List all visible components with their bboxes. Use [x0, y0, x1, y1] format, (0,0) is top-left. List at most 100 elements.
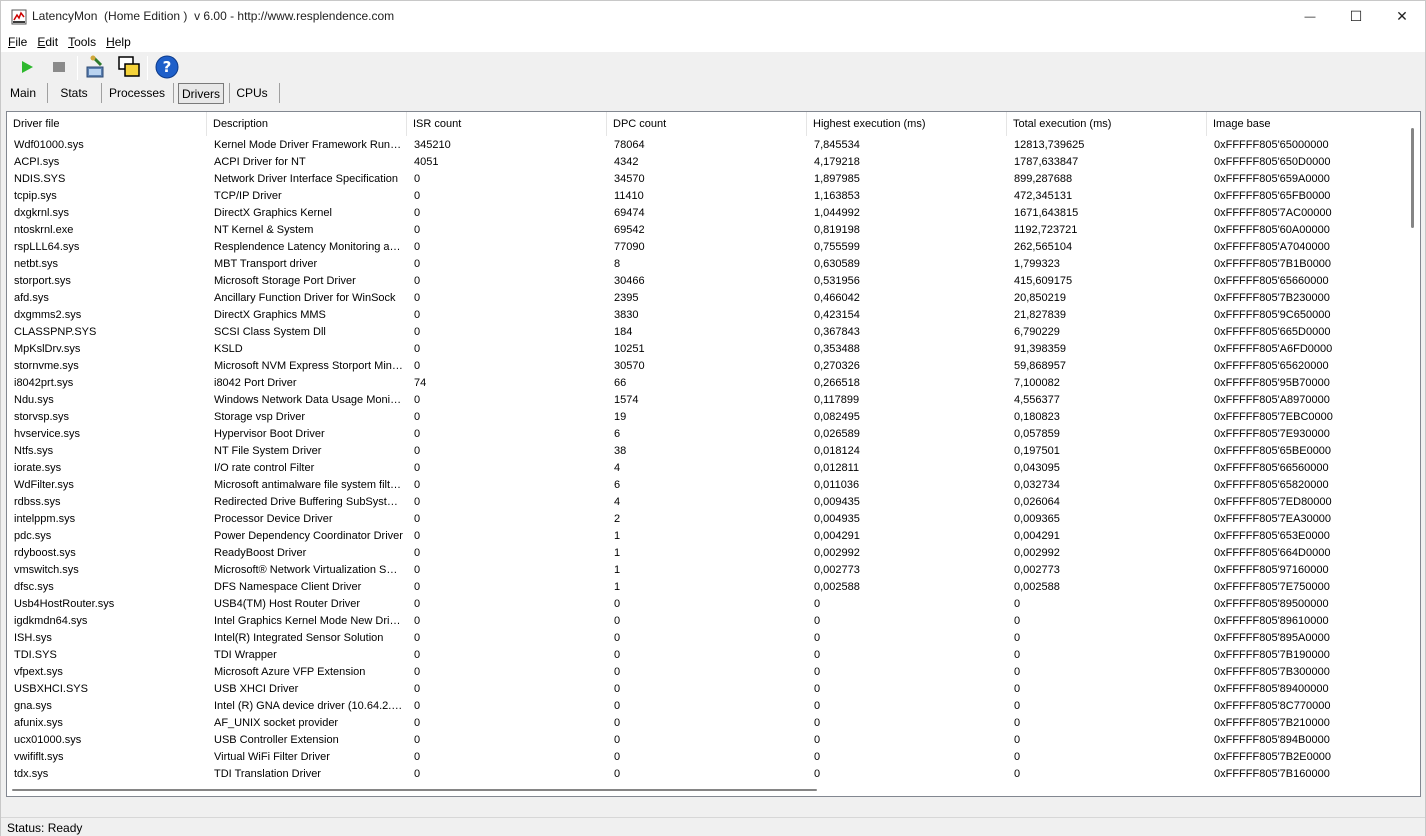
table-row[interactable]: tcpip.sys TCP/IP Driver 0 11410 1,163853 472,… [7, 189, 1407, 206]
cell-highest-execution: 0,117899 [814, 394, 860, 406]
cell-dpc-count: 69542 [614, 224, 645, 236]
title-bar[interactable]: LatencyMon (Home Edition ) v 6.00 - http… [1, 1, 1425, 32]
table-row[interactable]: CLASSPNP.SYS SCSI Class System Dll 0 184 0,3… [7, 325, 1407, 342]
cell-isr-count: 345210 [414, 139, 451, 151]
cell-driver-file: tcpip.sys [14, 190, 57, 202]
cell-dpc-count: 0 [614, 717, 621, 729]
table-row[interactable]: afunix.sys AF_UNIX socket provider 0 0 0 0 0xF… [7, 716, 1407, 733]
cell-isr-count: 0 [414, 224, 421, 236]
tab-stats[interactable]: Stats [55, 83, 93, 104]
cell-highest-execution: 1,897985 [814, 173, 860, 185]
cell-image-base: 0xFFFFF805'7B160000 [1214, 768, 1330, 780]
cell-isr-count: 0 [414, 292, 421, 304]
table-row[interactable]: NDIS.SYS Network Driver Interface Specifi… [7, 172, 1407, 189]
table-row[interactable]: Ntfs.sys NT File System Driver 0 38 0,018124… [7, 444, 1407, 461]
table-row[interactable]: afd.sys Ancillary Function Driver for Win… [7, 291, 1407, 308]
table-row[interactable]: netbt.sys MBT Transport driver 0 8 0,630589 1… [7, 257, 1407, 274]
horizontal-scrollbar[interactable] [7, 784, 1407, 796]
cell-dpc-count: 8 [614, 258, 621, 270]
horizontal-scrollbar-thumb[interactable] [12, 789, 817, 791]
cell-image-base: 0xFFFFF805'A6FD0000 [1214, 343, 1333, 355]
table-row[interactable]: ISH.sys Intel(R) Integrated Sensor Soluti… [7, 631, 1407, 648]
table-row[interactable]: dfsc.sys DFS Namespace Client Driver 0 1 0,0… [7, 580, 1407, 597]
table-row[interactable]: i8042prt.sys i8042 Port Driver 74 66 0,26651… [7, 376, 1407, 393]
table-row[interactable]: Usb4HostRouter.sys USB4(TM) Host Router D… [7, 597, 1407, 614]
table-row[interactable]: storport.sys Microsoft Storage Port Drive… [7, 274, 1407, 291]
table-row[interactable]: vfpext.sys Microsoft Azure VFP Extension 0… [7, 665, 1407, 682]
column-header-description[interactable]: Description [207, 112, 407, 136]
tab-drivers[interactable]: Drivers [178, 83, 224, 104]
menu-file[interactable]: File [5, 32, 30, 52]
table-row[interactable]: ucx01000.sys USB Controller Extension 0 0 0 0… [7, 733, 1407, 750]
cell-total-execution: 0,002992 [1014, 547, 1060, 559]
column-header-total-execution[interactable]: Total execution (ms) [1007, 112, 1207, 136]
stop-button[interactable] [46, 55, 72, 81]
tab-cpus[interactable]: CPUs [234, 83, 270, 104]
help-button[interactable]: ? [154, 55, 180, 81]
windows-button[interactable] [116, 55, 142, 81]
cell-driver-file: Usb4HostRouter.sys [14, 598, 115, 610]
cell-driver-file: WdFilter.sys [14, 479, 74, 491]
column-header-isr-count[interactable]: ISR count [407, 112, 607, 136]
table-row[interactable]: Ndu.sys Windows Network Data Usage Monito… [7, 393, 1407, 410]
table-row[interactable]: rspLLL64.sys Resplendence Latency Monitor… [7, 240, 1407, 257]
table-row[interactable]: rdyboost.sys ReadyBoost Driver 0 1 0,002992 0… [7, 546, 1407, 563]
table-row[interactable]: igdkmdn64.sys Intel Graphics Kernel Mode … [7, 614, 1407, 631]
table-row[interactable]: vmswitch.sys Microsoft® Network Virtualiz… [7, 563, 1407, 580]
cell-description: Microsoft® Network Virtualization Servic… [214, 564, 403, 576]
vertical-scrollbar[interactable] [1406, 112, 1420, 796]
start-button[interactable] [14, 55, 40, 81]
minimize-button[interactable]: — [1287, 1, 1333, 32]
table-row[interactable]: MpKslDrv.sys KSLD 0 10251 0,353488 91,398359 0… [7, 342, 1407, 359]
tab-main[interactable]: Main [5, 83, 41, 104]
cell-highest-execution: 0 [814, 598, 821, 610]
cell-total-execution: 0,197501 [1014, 445, 1060, 457]
table-row[interactable]: dxgmms2.sys DirectX Graphics MMS 0 3830 0,42… [7, 308, 1407, 325]
tab-processes[interactable]: Processes [107, 83, 167, 104]
cell-highest-execution: 0,270326 [814, 360, 860, 372]
table-row[interactable]: rdbss.sys Redirected Drive Buffering SubS… [7, 495, 1407, 512]
cell-highest-execution: 0 [814, 768, 821, 780]
column-header-dpc-count[interactable]: DPC count [607, 112, 807, 136]
table-row[interactable]: WdFilter.sys Microsoft antimalware file s… [7, 478, 1407, 495]
column-header-highest-execution[interactable]: Highest execution (ms) [807, 112, 1007, 136]
table-row[interactable]: ACPI.sys ACPI Driver for NT 4051 4342 4,1792… [7, 155, 1407, 172]
cell-total-execution: 0,043095 [1014, 462, 1060, 474]
table-row[interactable]: pdc.sys Power Dependency Coordinator Driv… [7, 529, 1407, 546]
wizard-button[interactable] [84, 55, 110, 81]
table-row[interactable]: TDI.SYS TDI Wrapper 0 0 0 0 0xFFFFF805'7B19000… [7, 648, 1407, 665]
menu-tools[interactable]: Tools [65, 32, 99, 52]
cell-image-base: 0xFFFFF805'7B1B0000 [1214, 258, 1332, 270]
cell-total-execution: 1192,723721 [1014, 224, 1078, 236]
vertical-scrollbar-thumb[interactable] [1411, 128, 1414, 228]
column-header-driver-file[interactable]: Driver file [7, 112, 207, 136]
table-row[interactable]: Wdf01000.sys Kernel Mode Driver Framework… [7, 138, 1407, 155]
table-row[interactable]: tdx.sys TDI Translation Driver 0 0 0 0 0xFFFFF… [7, 767, 1407, 784]
close-button[interactable]: ✕ [1379, 1, 1425, 32]
maximize-icon: ☐ [1349, 8, 1363, 24]
table-row[interactable]: stornvme.sys Microsoft NVM Express Storpo… [7, 359, 1407, 376]
cell-image-base: 0xFFFFF805'9C650000 [1214, 309, 1331, 321]
maximize-button[interactable]: ☐ [1333, 1, 1379, 32]
table-row[interactable]: gna.sys Intel (R) GNA device driver (10.6… [7, 699, 1407, 716]
table-row[interactable]: intelppm.sys Processor Device Driver 0 2 0,0… [7, 512, 1407, 529]
cell-dpc-count: 1574 [614, 394, 639, 406]
menu-edit[interactable]: Edit [34, 32, 61, 52]
cell-driver-file: tdx.sys [14, 768, 49, 780]
cell-description: Intel Graphics Kernel Mode New Driver [214, 615, 403, 627]
table-row[interactable]: USBXHCI.SYS USB XHCI Driver 0 0 0 0 0xFFFFF805… [7, 682, 1407, 699]
cell-dpc-count: 30466 [614, 275, 645, 287]
cell-total-execution: 0,057859 [1014, 428, 1060, 440]
cell-total-execution: 0,002588 [1014, 581, 1060, 593]
table-row[interactable]: vwififlt.sys Virtual WiFi Filter Driver 0 0… [7, 750, 1407, 767]
table-row[interactable]: hvservice.sys Hypervisor Boot Driver 0 6 0,0… [7, 427, 1407, 444]
drivers-table[interactable]: Driver file Description ISR count DPC co… [6, 111, 1421, 797]
menu-help[interactable]: Help [103, 32, 134, 52]
table-row[interactable]: ntoskrnl.exe NT Kernel & System 0 69542 0,81… [7, 223, 1407, 240]
table-row[interactable]: iorate.sys I/O rate control Filter 0 4 0,012… [7, 461, 1407, 478]
cell-dpc-count: 66 [614, 377, 627, 389]
cell-isr-count: 0 [414, 564, 421, 576]
column-header-image-base[interactable]: Image base [1207, 112, 1407, 136]
table-row[interactable]: storvsp.sys Storage vsp Driver 0 19 0,082495… [7, 410, 1407, 427]
table-row[interactable]: dxgkrnl.sys DirectX Graphics Kernel 0 69474… [7, 206, 1407, 223]
